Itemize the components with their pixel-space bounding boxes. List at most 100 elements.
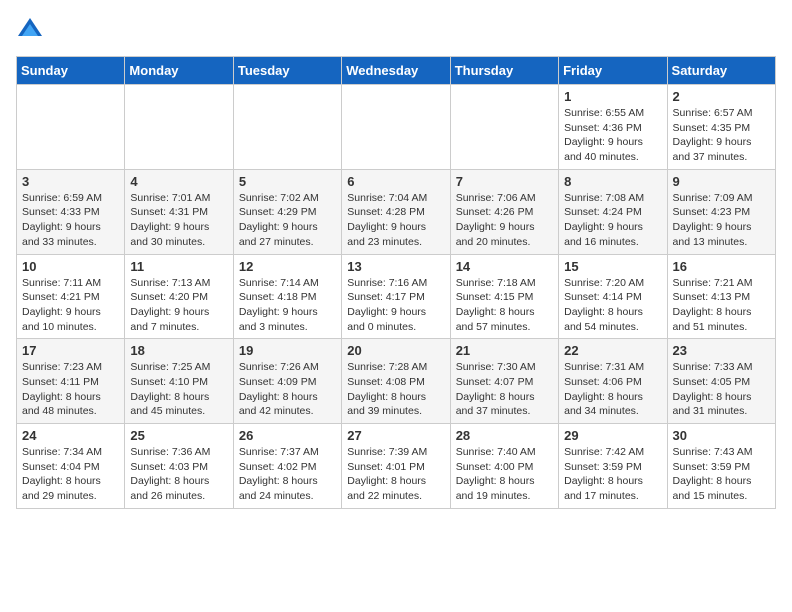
- calendar-cell: 29 Sunrise: 7:42 AM Sunset: 3:59 PM Dayli…: [559, 424, 667, 509]
- calendar-cell: 21 Sunrise: 7:30 AM Sunset: 4:07 PM Dayli…: [450, 339, 558, 424]
- day-number: 20: [347, 343, 444, 358]
- day-info: Sunrise: 7:33 AM Sunset: 4:05 PM Dayligh…: [673, 360, 770, 419]
- day-number: 17: [22, 343, 119, 358]
- day-number: 4: [130, 174, 227, 189]
- day-number: 22: [564, 343, 661, 358]
- day-info: Sunrise: 7:09 AM Sunset: 4:23 PM Dayligh…: [673, 191, 770, 250]
- day-number: 3: [22, 174, 119, 189]
- day-info: Sunrise: 6:59 AM Sunset: 4:33 PM Dayligh…: [22, 191, 119, 250]
- day-info: Sunrise: 7:11 AM Sunset: 4:21 PM Dayligh…: [22, 276, 119, 335]
- day-info: Sunrise: 7:20 AM Sunset: 4:14 PM Dayligh…: [564, 276, 661, 335]
- day-info: Sunrise: 7:26 AM Sunset: 4:09 PM Dayligh…: [239, 360, 336, 419]
- calendar-cell: 8 Sunrise: 7:08 AM Sunset: 4:24 PM Daylig…: [559, 169, 667, 254]
- logo-icon: [16, 16, 44, 44]
- day-number: 16: [673, 259, 770, 274]
- day-number: 23: [673, 343, 770, 358]
- day-info: Sunrise: 7:18 AM Sunset: 4:15 PM Dayligh…: [456, 276, 553, 335]
- day-number: 9: [673, 174, 770, 189]
- day-info: Sunrise: 7:13 AM Sunset: 4:20 PM Dayligh…: [130, 276, 227, 335]
- day-number: 6: [347, 174, 444, 189]
- weekday-header-wednesday: Wednesday: [342, 57, 450, 85]
- calendar-cell: 15Sunrise: 7:20 AM Sunset: 4:14 PM Dayli…: [559, 254, 667, 339]
- day-info: Sunrise: 7:42 AM Sunset: 3:59 PM Dayligh…: [564, 445, 661, 504]
- weekday-header-thursday: Thursday: [450, 57, 558, 85]
- calendar-week-4: 17 Sunrise: 7:23 AM Sunset: 4:11 PM Dayli…: [17, 339, 776, 424]
- calendar-cell: [17, 85, 125, 170]
- day-info: Sunrise: 7:02 AM Sunset: 4:29 PM Dayligh…: [239, 191, 336, 250]
- day-info: Sunrise: 7:14 AM Sunset: 4:18 PM Dayligh…: [239, 276, 336, 335]
- calendar-cell: 30 Sunrise: 7:43 AM Sunset: 3:59 PM Dayli…: [667, 424, 775, 509]
- calendar: SundayMondayTuesdayWednesdayThursdayFrid…: [16, 56, 776, 509]
- calendar-cell: 2 Sunrise: 6:57 AM Sunset: 4:35 PM Daylig…: [667, 85, 775, 170]
- day-info: Sunrise: 7:23 AM Sunset: 4:11 PM Dayligh…: [22, 360, 119, 419]
- day-info: Sunrise: 7:25 AM Sunset: 4:10 PM Dayligh…: [130, 360, 227, 419]
- day-number: 13: [347, 259, 444, 274]
- calendar-cell: 26 Sunrise: 7:37 AM Sunset: 4:02 PM Dayli…: [233, 424, 341, 509]
- calendar-cell: 5 Sunrise: 7:02 AM Sunset: 4:29 PM Daylig…: [233, 169, 341, 254]
- day-info: Sunrise: 7:06 AM Sunset: 4:26 PM Dayligh…: [456, 191, 553, 250]
- weekday-header-tuesday: Tuesday: [233, 57, 341, 85]
- calendar-cell: [342, 85, 450, 170]
- day-number: 1: [564, 89, 661, 104]
- day-number: 30: [673, 428, 770, 443]
- calendar-cell: 16 Sunrise: 7:21 AM Sunset: 4:13 PM Dayli…: [667, 254, 775, 339]
- header-row: SundayMondayTuesdayWednesdayThursdayFrid…: [17, 57, 776, 85]
- page-header: [16, 16, 776, 44]
- calendar-cell: 11 Sunrise: 7:13 AM Sunset: 4:20 PM Dayli…: [125, 254, 233, 339]
- weekday-header-monday: Monday: [125, 57, 233, 85]
- calendar-week-3: 10Sunrise: 7:11 AM Sunset: 4:21 PM Dayli…: [17, 254, 776, 339]
- weekday-header-sunday: Sunday: [17, 57, 125, 85]
- day-number: 12: [239, 259, 336, 274]
- calendar-cell: 18 Sunrise: 7:25 AM Sunset: 4:10 PM Dayli…: [125, 339, 233, 424]
- calendar-cell: 20Sunrise: 7:28 AM Sunset: 4:08 PM Dayli…: [342, 339, 450, 424]
- day-info: Sunrise: 7:31 AM Sunset: 4:06 PM Dayligh…: [564, 360, 661, 419]
- day-info: Sunrise: 7:43 AM Sunset: 3:59 PM Dayligh…: [673, 445, 770, 504]
- calendar-cell: [125, 85, 233, 170]
- day-info: Sunrise: 7:30 AM Sunset: 4:07 PM Dayligh…: [456, 360, 553, 419]
- calendar-cell: 3 Sunrise: 6:59 AM Sunset: 4:33 PM Daylig…: [17, 169, 125, 254]
- day-info: Sunrise: 7:08 AM Sunset: 4:24 PM Dayligh…: [564, 191, 661, 250]
- calendar-cell: 24 Sunrise: 7:34 AM Sunset: 4:04 PM Dayli…: [17, 424, 125, 509]
- day-number: 11: [130, 259, 227, 274]
- calendar-week-5: 24 Sunrise: 7:34 AM Sunset: 4:04 PM Dayli…: [17, 424, 776, 509]
- day-number: 2: [673, 89, 770, 104]
- day-number: 18: [130, 343, 227, 358]
- day-info: Sunrise: 7:40 AM Sunset: 4:00 PM Dayligh…: [456, 445, 553, 504]
- calendar-cell: 17 Sunrise: 7:23 AM Sunset: 4:11 PM Dayli…: [17, 339, 125, 424]
- calendar-week-2: 3 Sunrise: 6:59 AM Sunset: 4:33 PM Daylig…: [17, 169, 776, 254]
- calendar-cell: 22 Sunrise: 7:31 AM Sunset: 4:06 PM Dayli…: [559, 339, 667, 424]
- calendar-cell: 23 Sunrise: 7:33 AM Sunset: 4:05 PM Dayli…: [667, 339, 775, 424]
- calendar-cell: 12 Sunrise: 7:14 AM Sunset: 4:18 PM Dayli…: [233, 254, 341, 339]
- day-info: Sunrise: 7:37 AM Sunset: 4:02 PM Dayligh…: [239, 445, 336, 504]
- calendar-header: SundayMondayTuesdayWednesdayThursdayFrid…: [17, 57, 776, 85]
- day-number: 24: [22, 428, 119, 443]
- calendar-cell: 7 Sunrise: 7:06 AM Sunset: 4:26 PM Daylig…: [450, 169, 558, 254]
- day-info: Sunrise: 7:36 AM Sunset: 4:03 PM Dayligh…: [130, 445, 227, 504]
- day-info: Sunrise: 7:34 AM Sunset: 4:04 PM Dayligh…: [22, 445, 119, 504]
- calendar-cell: 28 Sunrise: 7:40 AM Sunset: 4:00 PM Dayli…: [450, 424, 558, 509]
- calendar-cell: 10Sunrise: 7:11 AM Sunset: 4:21 PM Dayli…: [17, 254, 125, 339]
- weekday-header-friday: Friday: [559, 57, 667, 85]
- calendar-cell: 27Sunrise: 7:39 AM Sunset: 4:01 PM Dayli…: [342, 424, 450, 509]
- calendar-cell: [233, 85, 341, 170]
- calendar-cell: 25Sunrise: 7:36 AM Sunset: 4:03 PM Dayli…: [125, 424, 233, 509]
- day-number: 26: [239, 428, 336, 443]
- weekday-header-saturday: Saturday: [667, 57, 775, 85]
- calendar-cell: 14Sunrise: 7:18 AM Sunset: 4:15 PM Dayli…: [450, 254, 558, 339]
- day-number: 21: [456, 343, 553, 358]
- day-info: Sunrise: 7:21 AM Sunset: 4:13 PM Dayligh…: [673, 276, 770, 335]
- day-info: Sunrise: 7:04 AM Sunset: 4:28 PM Dayligh…: [347, 191, 444, 250]
- day-number: 27: [347, 428, 444, 443]
- calendar-cell: 6 Sunrise: 7:04 AM Sunset: 4:28 PM Daylig…: [342, 169, 450, 254]
- day-info: Sunrise: 6:55 AM Sunset: 4:36 PM Dayligh…: [564, 106, 661, 165]
- logo: [16, 16, 48, 44]
- day-number: 5: [239, 174, 336, 189]
- day-number: 19: [239, 343, 336, 358]
- day-number: 8: [564, 174, 661, 189]
- day-info: Sunrise: 6:57 AM Sunset: 4:35 PM Dayligh…: [673, 106, 770, 165]
- day-number: 28: [456, 428, 553, 443]
- day-number: 29: [564, 428, 661, 443]
- day-number: 7: [456, 174, 553, 189]
- calendar-cell: [450, 85, 558, 170]
- day-info: Sunrise: 7:01 AM Sunset: 4:31 PM Dayligh…: [130, 191, 227, 250]
